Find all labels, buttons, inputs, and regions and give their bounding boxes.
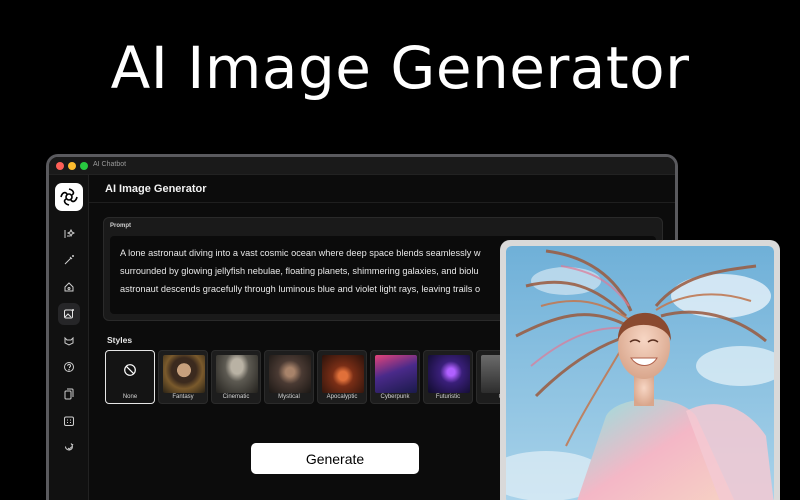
style-name: Mystical [278,394,300,400]
style-card-cyberpunk[interactable]: Cyberpunk [370,350,420,404]
style-card-cinematic[interactable]: Cinematic [211,350,261,404]
generated-image [506,246,774,500]
style-card-fantasy[interactable]: Fantasy [158,350,208,404]
apocalyptic-thumbnail [322,355,364,393]
bookmark-icon [65,443,74,451]
sidebar-item-calendar[interactable] [58,410,80,432]
futuristic-thumbnail [428,355,470,393]
page-title: AI Image Generator [105,183,207,195]
style-name: Fantasy [172,394,194,400]
none-icon [124,364,136,376]
woman-portrait-image [506,246,774,500]
image-generator-icon [64,309,74,319]
style-card-futuristic[interactable]: Futuristic [423,350,473,404]
window-title: AI Chatbot [93,161,127,168]
generate-button[interactable]: Generate [251,443,419,474]
style-name: Cyberpunk [380,394,410,400]
home-icon [64,282,74,292]
generated-image-card [500,240,780,500]
content-header: AI Image Generator [89,175,675,203]
styles-label: Styles [107,335,133,345]
sidebar [49,175,89,500]
magic-wand-icon [64,255,74,265]
hero-title: AI Image Generator [110,34,690,102]
app-logo-icon[interactable] [55,183,83,211]
cyberpunk-thumbnail [375,355,417,393]
sidebar-item-home[interactable] [58,276,80,298]
help-icon [64,362,74,372]
prompt-label: Prompt [110,223,131,229]
close-window-button[interactable] [56,162,64,170]
sidebar-item-image-generator[interactable] [58,303,80,325]
sidebar-item-text-sparkle[interactable] [58,223,80,245]
style-card-none[interactable]: None [105,350,155,404]
style-card-apocalyptic[interactable]: Apocalyptic [317,350,367,404]
mystical-thumbnail [269,355,311,393]
style-name: Cinematic [222,394,250,400]
style-name: Futuristic [435,394,461,400]
fantasy-thumbnail [163,355,205,393]
sidebar-item-documents[interactable] [58,383,80,405]
sidebar-item-bookmark[interactable] [58,437,80,459]
minimize-window-button[interactable] [68,162,76,170]
pixel-art-icon [64,336,74,346]
documents-icon [64,388,74,400]
cinematic-thumbnail [216,355,258,393]
window-titlebar: AI Chatbot [49,157,675,175]
style-name: Apocalyptic [326,394,358,400]
calendar-icon [64,416,74,426]
zoom-window-button[interactable] [80,162,88,170]
sidebar-item-help[interactable] [58,356,80,378]
style-name: None [122,394,138,400]
sidebar-item-pixel-art[interactable] [58,330,80,352]
sidebar-item-magic[interactable] [58,249,80,271]
text-sparkle-icon [64,228,75,238]
style-card-mystical[interactable]: Mystical [264,350,314,404]
